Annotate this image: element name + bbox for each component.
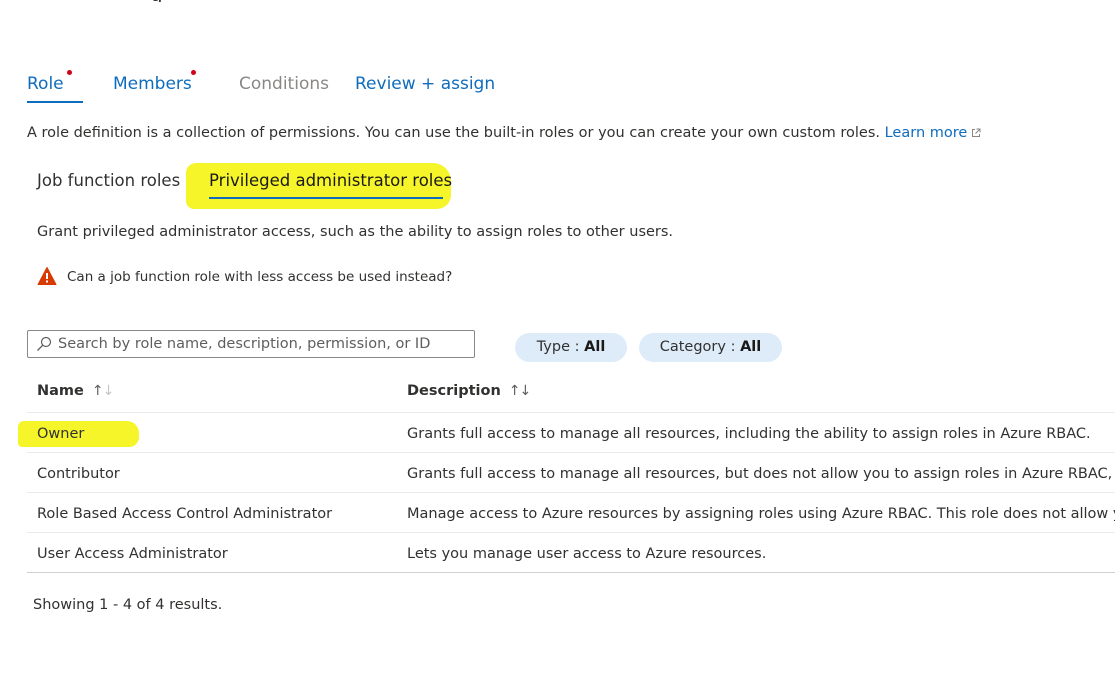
category-filter-label: Category :: [659, 339, 741, 355]
tab-role[interactable]: Role: [27, 73, 64, 95]
search-input[interactable]: [58, 333, 463, 355]
column-header-description-label: Description: [407, 383, 501, 399]
role-description: Manage access to Azure resources by assi…: [407, 506, 1115, 522]
row-divider: [27, 452, 1115, 453]
category-filter-pill[interactable]: Category : All: [639, 333, 782, 362]
page-title-fragment: g: [150, 0, 220, 2]
learn-more-label: Learn more: [884, 125, 968, 141]
column-header-name[interactable]: Name ↑↓: [37, 381, 114, 401]
type-filter-pill[interactable]: Type : All: [515, 333, 627, 362]
type-filter-value: All: [584, 339, 606, 355]
intro-description: A role definition is a collection of per…: [27, 125, 880, 141]
category-filter-value: All: [740, 339, 762, 355]
page-title-text: g: [150, 0, 163, 2]
active-tab-underline: [27, 101, 83, 103]
subtab-privileged-admin-roles[interactable]: Privileged administrator roles: [209, 170, 452, 192]
tab-conditions[interactable]: Conditions: [239, 73, 329, 95]
subtab-job-function-roles[interactable]: Job function roles: [37, 170, 180, 192]
privileged-description: Grant privileged administrator access, s…: [37, 224, 674, 240]
row-divider: [27, 412, 1115, 413]
required-indicator: [191, 70, 196, 75]
search-box[interactable]: [27, 330, 475, 358]
sort-arrows-icon[interactable]: ↑↓: [92, 381, 114, 401]
required-indicator: [67, 70, 72, 75]
role-name[interactable]: Contributor: [37, 464, 120, 484]
results-count: Showing 1 - 4 of 4 results.: [33, 597, 223, 613]
role-name[interactable]: Role Based Access Control Administrator: [37, 504, 332, 524]
search-icon: [37, 336, 52, 351]
role-description: Grants full access to manage all resourc…: [407, 466, 1115, 482]
type-filter-label: Type :: [536, 339, 585, 355]
column-header-description[interactable]: Description ↑↓: [407, 381, 531, 401]
tab-review-assign[interactable]: Review + assign: [355, 73, 495, 95]
role-description: Grants full access to manage all resourc…: [407, 426, 1091, 442]
subtab-underline: [209, 197, 443, 199]
role-name[interactable]: User Access Administrator: [37, 544, 228, 564]
role-name[interactable]: Owner: [37, 424, 84, 444]
role-description: Lets you manage user access to Azure res…: [407, 546, 767, 562]
row-divider: [27, 492, 1115, 493]
tab-members[interactable]: Members: [113, 73, 192, 95]
table-bottom-border: [27, 572, 1115, 573]
learn-more-link[interactable]: Learn more: [885, 125, 982, 141]
sort-arrows-icon[interactable]: ↑↓: [509, 381, 531, 401]
warning-icon: [37, 267, 57, 285]
row-divider: [27, 532, 1115, 533]
intro-text: A role definition is a collection of per…: [27, 123, 981, 143]
column-header-name-label: Name: [37, 383, 84, 399]
external-link-icon: [972, 128, 981, 137]
warning-text: Can a job function role with less access…: [67, 269, 453, 285]
